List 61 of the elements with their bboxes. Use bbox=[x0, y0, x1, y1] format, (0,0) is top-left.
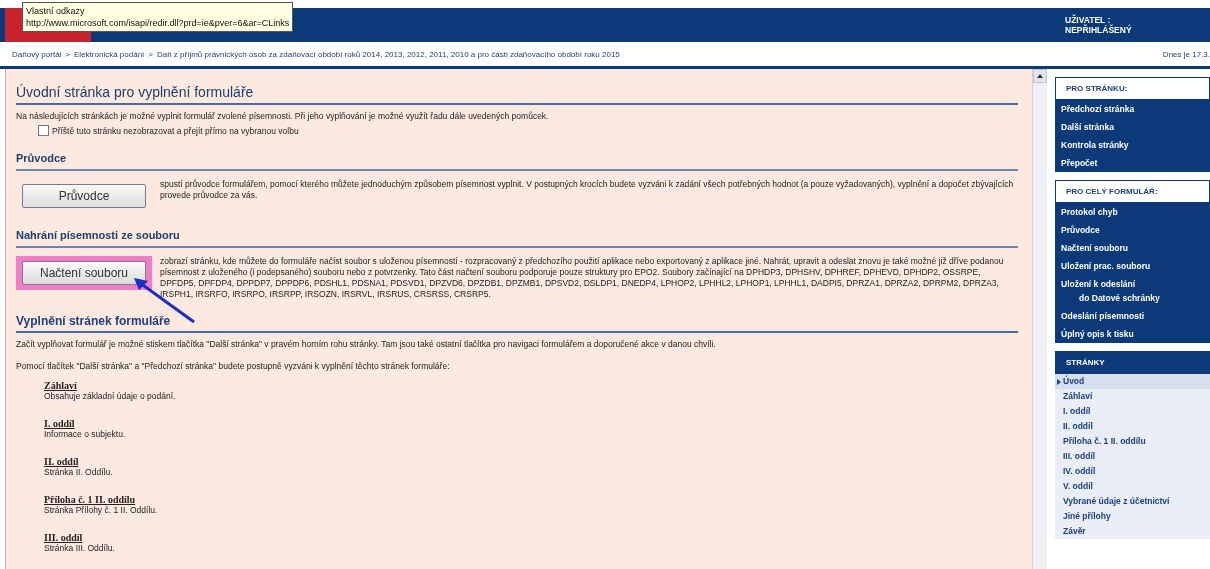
page-nav-item[interactable]: I. oddíl bbox=[1055, 404, 1210, 419]
page-description: Stránka III. Oddílu. bbox=[44, 543, 116, 553]
panel-heading: STRÁNKY bbox=[1055, 351, 1210, 374]
page-nav-item[interactable]: III. oddíl bbox=[1055, 449, 1210, 464]
sidebar-link[interactable]: Přepočet bbox=[1055, 154, 1210, 172]
breadcrumb-link[interactable]: Daňový portál bbox=[12, 49, 62, 59]
sidebar-link[interactable]: Uložení k odeslání do Datové schránky bbox=[1055, 275, 1210, 307]
paragraph: Začít vyplňovat formulář je možné stiskem tlačítka "Další stránka" v pravém horním rohu stránky. Tam jsou také ostatní tlačítka pro navigaci formulářem a doporučené akce v danou chvíli. bbox=[16, 339, 717, 350]
breadcrumb-separator: > bbox=[65, 49, 71, 59]
date-text: Dnes je 17.3. bbox=[1162, 49, 1210, 59]
page-link[interactable]: Záhlaví bbox=[44, 380, 1018, 391]
page-title: Úvodní stránka pro vyplnění formuláře bbox=[16, 79, 1018, 105]
current-marker-icon bbox=[1057, 378, 1061, 385]
breadcrumb-separator: > bbox=[148, 49, 153, 59]
scroll-up-button[interactable] bbox=[1033, 69, 1047, 83]
scrollbar[interactable] bbox=[1032, 69, 1047, 569]
sidebar-link[interactable]: Načtení souboru bbox=[1055, 239, 1210, 257]
action-button[interactable]: Průvodce bbox=[22, 184, 146, 208]
section-heading: Vyplnění stránek formuláře bbox=[16, 314, 1018, 333]
section-description: spustí průvodce formulářem, pomocí kterého můžete jednoduchým způsobem písemnost vyplnit. V postupných krocích budete vyzváni k zadání všech potřebných hodnot (a pouze vyžadovaných), vyplnění a dopočet zbývajících provede průvodce za vás. bbox=[160, 179, 1015, 201]
sidebar-link[interactable]: Další stránka bbox=[1055, 118, 1210, 136]
page-nav-item[interactable]: IV. oddíl bbox=[1055, 464, 1210, 479]
page-link[interactable]: I. oddíl bbox=[44, 418, 1018, 429]
checkbox-label: Příště tuto stránku nezobrazovat a přejít přímo na vybranou volbu bbox=[52, 125, 299, 136]
page-nav-item[interactable]: Vybrané údaje z účetnictví bbox=[1055, 494, 1210, 509]
sidebar-link[interactable]: Protokol chyb bbox=[1055, 203, 1210, 221]
page-description: Stránka II. Oddílu. bbox=[44, 467, 114, 477]
page-nav-item[interactable]: Příloha č. 1 II. oddílu bbox=[1055, 434, 1210, 449]
section-heading: Průvodce bbox=[16, 152, 1018, 171]
up-arrow-icon bbox=[1037, 74, 1043, 78]
tooltip-title: Vlastní odkazy bbox=[26, 5, 86, 17]
sidebar-link[interactable]: Úplný opis k tisku bbox=[1055, 325, 1210, 343]
page-description: Stránka Přílohy č. 1 II. Oddílu. bbox=[44, 505, 159, 515]
page-description: Obsahuje základní údaje o podání. bbox=[44, 391, 177, 401]
page-nav-item[interactable]: Jiné přílohy bbox=[1055, 509, 1210, 524]
user-status: UŽIVATEL : NEPŘIHLÁŠENÝ bbox=[1065, 15, 1133, 35]
section-heading: Nahrání písemnosti ze souboru bbox=[16, 229, 1018, 248]
page-nav-item[interactable]: II. oddíl bbox=[1055, 419, 1210, 434]
page-link[interactable]: Příloha č. 1 II. oddílu bbox=[44, 494, 1018, 505]
page-description: Informace o subjektu. bbox=[44, 429, 127, 439]
sidebar-link[interactable]: Uložení prac. souboru bbox=[1055, 257, 1210, 275]
action-button[interactable]: Načtení souboru bbox=[22, 261, 146, 285]
panel-heading: PRO CELÝ FORMULÁŘ: bbox=[1055, 180, 1210, 203]
panel-heading: PRO STRÁNKU: bbox=[1055, 77, 1210, 100]
breadcrumb-link[interactable]: Daň z příjmů právnických osob za zdaňovací období roků 2014, 2013, 2012, 2011, 2010 a pro části zdaňovacího období roku 2015 bbox=[156, 49, 620, 59]
page-nav-item[interactable]: Závěr bbox=[1055, 524, 1210, 539]
page-nav-item[interactable]: V. oddíl bbox=[1055, 479, 1210, 494]
sidebar-link[interactable]: Předchozí stránka bbox=[1055, 100, 1210, 118]
checkbox[interactable] bbox=[38, 125, 49, 136]
paragraph: Pomocí tlačítek "Další stránka" a "Předchozí stránka" budete postupně vyzváni k vyplnění těchto stránek formuláře: bbox=[16, 361, 451, 372]
page-nav-item[interactable]: Úvod bbox=[1055, 374, 1210, 389]
page-link[interactable]: III. oddíl bbox=[44, 532, 1018, 543]
page-link[interactable]: II. oddíl bbox=[44, 456, 1018, 467]
intro-text: Na následujících stránkách je možné vyplnit formulář zvolené písemnosti. Při jeho vyplňování je možné využít řadu dále uvedených pomůcek. bbox=[16, 111, 550, 122]
sidebar-link[interactable]: Kontrola stránky bbox=[1055, 136, 1210, 154]
sidebar-link[interactable]: Průvodce bbox=[1055, 221, 1210, 239]
sidebar-link[interactable]: Odeslání písemnosti bbox=[1055, 307, 1210, 325]
breadcrumb-link[interactable]: Elektronická podání bbox=[74, 49, 145, 59]
section-description: zobrazí stránku, kde můžete do formuláře načíst soubor s uloženou písemností - rozpracovaný z předchozího použití aplikace nebo exportovaný z aplikace jiné. Nahrát, upravit a odeslat znovu je také možné již dříve podanou písemnost z uloženého (i podepsaného) souboru nebo z potvrzenky. Tato část načtení souboru podporuje pouze struktury pro EPO2. Soubory začínající na DPHDP3, DPHSHV, DPHREF, DPHEVD, DPHDP2, OSSRPE, DPFDP5, DPFDP4, DPPDP7, DPPDP6, PDSHL1, PDSNA1, PDSVD1, DPZVD6, DPZDB1, DPZMB1, DPSVD2, DSLDP1, DNEDP4, LPHOP2, LPHHL2, LPHOP1, LPHHL1, DADPI5, DPRZA1, DPRZA2, DPRPM2, DPRZA3, IRSPH1, IRSRFO, IRSRPO, IRSRPP, IRSOZN, IRSRVL, IRSRUS, CRSRSS, CRSRP5. bbox=[160, 256, 1005, 300]
tooltip-url: http://www.microsoft.com/isapi/redir.dll?prd=ie&pver=6&ar=CLinks bbox=[26, 17, 290, 29]
page-nav-item[interactable]: Záhlaví bbox=[1055, 389, 1210, 404]
